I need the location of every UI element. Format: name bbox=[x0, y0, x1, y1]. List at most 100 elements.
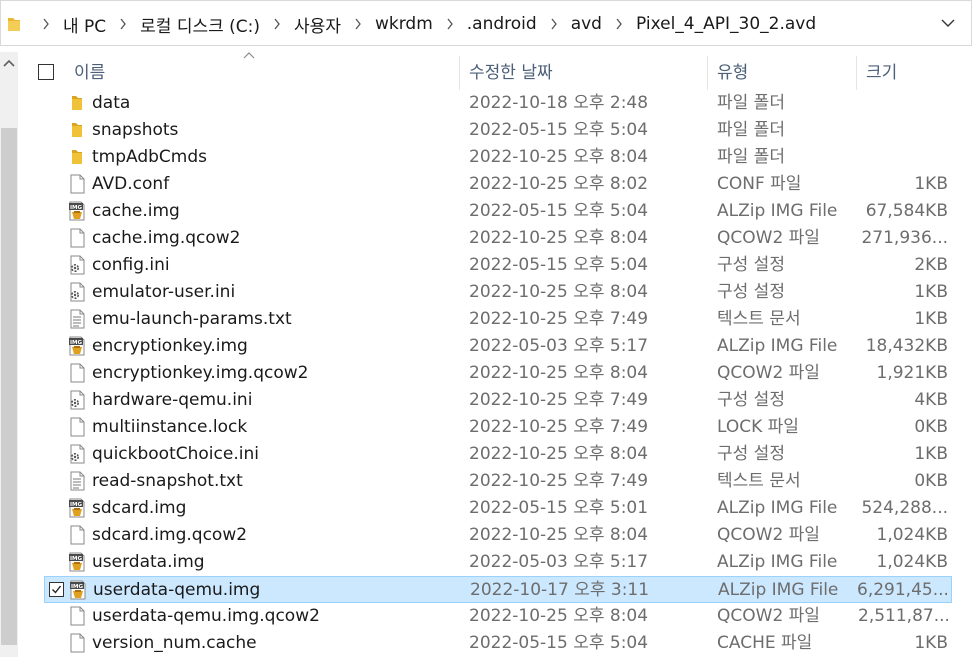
file-modified-date: 2022-10-25 오후 7:49 bbox=[469, 309, 649, 329]
file-row[interactable]: config.ini 2022-05-15 오후 5:04 구성 설정 2KB bbox=[44, 252, 952, 279]
breadcrumb-item[interactable]: 내 PC bbox=[31, 12, 108, 37]
file-type: ALZip IMG File bbox=[717, 336, 838, 356]
chevron-right-icon[interactable] bbox=[543, 18, 565, 30]
file-row[interactable]: sdcard.img.qcow2 2022-10-25 오후 8:04 QCOW2 … bbox=[44, 522, 952, 549]
file-name: quickbootChoice.ini bbox=[92, 444, 259, 464]
breadcrumb-item[interactable]: 로컬 디스크 (C:) bbox=[108, 12, 262, 37]
file-size: 4KB bbox=[914, 390, 948, 410]
file-name: data bbox=[92, 93, 131, 113]
file-size: 1KB bbox=[914, 309, 948, 329]
file-icon bbox=[68, 417, 86, 437]
chevron-right-icon[interactable] bbox=[35, 18, 57, 30]
image-file-icon: IMG bbox=[68, 336, 86, 356]
breadcrumb-label: .android bbox=[466, 14, 537, 34]
text-file-icon bbox=[68, 309, 86, 329]
file-row[interactable]: emulator-user.ini 2022-10-25 오후 8:04 구성 설정… bbox=[44, 279, 952, 306]
file-size: 0KB bbox=[914, 417, 948, 437]
file-row[interactable]: hardware-qemu.ini 2022-10-25 오후 7:49 구성 설정… bbox=[44, 387, 952, 414]
breadcrumb-item[interactable]: wkrdm bbox=[343, 14, 435, 34]
svg-text:IMG: IMG bbox=[70, 556, 83, 562]
column-divider[interactable] bbox=[459, 56, 460, 90]
file-type: 구성 설정 bbox=[717, 390, 785, 410]
file-row[interactable]: tmpAdbCmds 2022-10-25 오후 8:04 파일 폴더 bbox=[44, 144, 952, 171]
file-row[interactable]: IMG cache.img 2022-05-15 오후 5:04 ALZip IMG … bbox=[44, 198, 952, 225]
file-name: emu-launch-params.txt bbox=[92, 309, 292, 329]
column-header-type[interactable]: 유형 bbox=[717, 56, 748, 90]
column-header-size[interactable]: 크기 bbox=[866, 56, 897, 90]
file-type: CONF 파일 bbox=[717, 174, 802, 194]
folder-icon bbox=[68, 147, 86, 167]
file-name: cache.img.qcow2 bbox=[92, 228, 241, 248]
file-row[interactable]: data 2022-10-18 오후 2:48 파일 폴더 bbox=[44, 90, 952, 117]
file-row[interactable]: multiinstance.lock 2022-10-25 오후 7:49 LOCK… bbox=[44, 414, 952, 441]
folder-icon bbox=[68, 120, 86, 140]
image-file-icon: IMG bbox=[68, 498, 86, 518]
sort-ascending-icon bbox=[243, 52, 255, 59]
chevron-right-icon[interactable] bbox=[266, 18, 288, 30]
column-header-name[interactable]: 이름 bbox=[74, 56, 105, 90]
file-row[interactable]: snapshots 2022-05-15 오후 5:04 파일 폴더 bbox=[44, 117, 952, 144]
select-all-checkbox[interactable] bbox=[38, 64, 54, 80]
file-type: QCOW2 파일 bbox=[717, 363, 820, 383]
file-name: multiinstance.lock bbox=[92, 417, 248, 437]
column-divider[interactable] bbox=[856, 56, 857, 90]
file-size: 271,936... bbox=[861, 228, 948, 248]
file-type: ALZip IMG File bbox=[718, 580, 839, 600]
file-type: QCOW2 파일 bbox=[717, 228, 820, 248]
file-size: 1,024KB bbox=[876, 525, 948, 545]
column-divider[interactable] bbox=[707, 56, 708, 90]
file-row[interactable]: IMG encryptionkey.img 2022-05-03 오후 5:17 AL… bbox=[44, 333, 952, 360]
settings-file-icon bbox=[68, 282, 86, 302]
file-row[interactable]: version_num.cache 2022-05-15 오후 5:04 CACHE… bbox=[44, 630, 952, 657]
file-icon bbox=[68, 363, 86, 383]
file-type: 구성 설정 bbox=[717, 444, 785, 464]
file-name: version_num.cache bbox=[92, 633, 257, 653]
file-size: 2KB bbox=[914, 255, 948, 275]
settings-file-icon bbox=[68, 390, 86, 410]
file-icon bbox=[68, 228, 86, 248]
breadcrumb-item[interactable]: Pixel_4_API_30_2.avd bbox=[604, 14, 818, 34]
file-size: 67,584KB bbox=[865, 201, 948, 221]
column-header-date[interactable]: 수정한 날짜 bbox=[469, 56, 553, 90]
file-name: userdata.img bbox=[92, 552, 205, 572]
file-modified-date: 2022-10-25 오후 7:49 bbox=[469, 417, 649, 437]
scrollbar-thumb[interactable] bbox=[1, 128, 17, 645]
file-row[interactable]: quickbootChoice.ini 2022-10-25 오후 8:04 구성 … bbox=[44, 441, 952, 468]
settings-file-icon bbox=[68, 444, 86, 464]
file-row[interactable]: read-snapshot.txt 2022-10-25 오후 7:49 텍스트 문… bbox=[44, 468, 952, 495]
text-file-icon bbox=[68, 471, 86, 491]
file-modified-date: 2022-10-25 오후 8:02 bbox=[469, 174, 649, 194]
chevron-down-icon[interactable] bbox=[939, 14, 957, 32]
breadcrumb-item[interactable]: avd bbox=[539, 14, 604, 34]
file-row[interactable]: cache.img.qcow2 2022-10-25 오후 8:04 QCOW2 파… bbox=[44, 225, 952, 252]
file-type: LOCK 파일 bbox=[717, 417, 799, 437]
file-size: 524,288... bbox=[861, 498, 948, 518]
file-row[interactable]: IMG userdata.img 2022-05-03 오후 5:17 ALZip I… bbox=[44, 549, 952, 576]
file-size: 1KB bbox=[914, 633, 948, 653]
file-row[interactable]: AVD.conf 2022-10-25 오후 8:02 CONF 파일 1KB bbox=[44, 171, 952, 198]
chevron-right-icon[interactable] bbox=[439, 18, 461, 30]
file-row[interactable]: userdata-qemu.img.qcow2 2022-10-25 오후 8:0… bbox=[44, 603, 952, 630]
file-row[interactable]: IMG sdcard.img 2022-05-15 오후 5:01 ALZip IMG… bbox=[44, 495, 952, 522]
file-row[interactable]: IMG userdata-qemu.img 2022-10-17 오후 3:11 AL… bbox=[44, 576, 952, 603]
chevron-right-icon[interactable] bbox=[608, 18, 630, 30]
row-checkbox[interactable] bbox=[49, 582, 64, 597]
file-name: config.ini bbox=[92, 255, 170, 275]
scroll-up-arrow-icon[interactable] bbox=[3, 58, 15, 68]
file-modified-date: 2022-10-25 오후 8:04 bbox=[469, 228, 649, 248]
breadcrumb-item[interactable]: 사용자 bbox=[262, 12, 343, 37]
breadcrumb-item[interactable]: .android bbox=[435, 14, 539, 34]
file-name: sdcard.img.qcow2 bbox=[92, 525, 248, 545]
file-name: userdata-qemu.img bbox=[93, 580, 261, 600]
file-row[interactable]: encryptionkey.img.qcow2 2022-10-25 오후 8:0… bbox=[44, 360, 952, 387]
file-size: 1,921KB bbox=[876, 363, 948, 383]
file-row[interactable]: emu-launch-params.txt 2022-10-25 오후 7:49 텍… bbox=[44, 306, 952, 333]
chevron-right-icon[interactable] bbox=[347, 18, 369, 30]
vertical-scrollbar[interactable] bbox=[0, 52, 18, 657]
checkmark-icon bbox=[52, 585, 62, 594]
address-bar[interactable]: 내 PC 로컬 디스크 (C:) 사용자 wkrdm .android avd Pixel_… bbox=[0, 0, 972, 46]
image-file-icon: IMG bbox=[69, 580, 87, 600]
file-modified-date: 2022-10-25 오후 7:49 bbox=[469, 471, 649, 491]
file-type: 파일 폴더 bbox=[717, 93, 785, 113]
chevron-right-icon[interactable] bbox=[112, 18, 134, 30]
